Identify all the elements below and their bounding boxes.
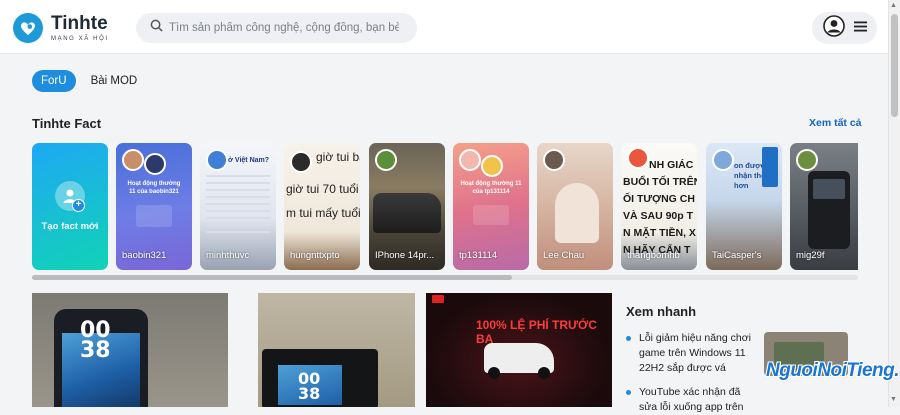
fact-card-name: tp131114 xyxy=(459,250,498,261)
top-bar: Tinhte MẠNG XÃ HỘI xyxy=(0,0,888,54)
avatar xyxy=(481,155,503,177)
avatar xyxy=(206,149,228,171)
fact-card-text: Hoạt động thường 11 của baobin321 xyxy=(127,181,181,195)
portrait-image xyxy=(555,183,599,243)
fact-card[interactable]: NH GIÁC BUỔI TỐI TRÊN ỐI TƯỢNG CH VÀ SAU… xyxy=(621,143,697,270)
avatar xyxy=(122,149,144,171)
fact-carousel: + Tạo fact mới Hoạt động thường 11 của b… xyxy=(32,143,858,270)
phone-screen xyxy=(813,179,845,199)
fact-card-stats xyxy=(136,205,172,227)
fact-card-name: Lee Chau xyxy=(543,250,585,261)
article-lines xyxy=(206,175,270,235)
scroll-up-arrow-icon[interactable]: ▲ xyxy=(890,2,897,9)
car-image xyxy=(373,193,441,233)
fact-card-text: giờ tui 70 tuổi xyxy=(286,182,359,196)
fact-card[interactable]: Hoạt động thường 11 của baobin321 baobin… xyxy=(116,143,192,270)
fact-card-text: Hoạt động thường 11 của tp131114 xyxy=(460,181,522,195)
fact-card-name: mig29f xyxy=(796,250,825,261)
carousel-scrollbar-thumb[interactable] xyxy=(32,275,512,280)
avatar xyxy=(459,149,481,171)
fact-card[interactable]: on được nhận thêm hơn TaiCasper's xyxy=(706,143,782,270)
fact-card-stats xyxy=(473,205,509,225)
fact-card-text: ỐI TƯỢNG CH xyxy=(623,193,695,205)
fact-card-name: IPhone 14pr... xyxy=(375,250,435,261)
hamburger-menu-icon[interactable] xyxy=(853,19,867,37)
tab-bai-mod[interactable]: Bài MOD xyxy=(82,70,147,92)
fact-card[interactable]: ở Việt Nam? minhthuvc xyxy=(200,143,276,270)
quick-view-item-text: Lỗi giảm hiệu năng chơi game trên Window… xyxy=(639,332,751,374)
fact-section-title: Tinhte Fact xyxy=(32,116,102,131)
fact-card-name: baobin321 xyxy=(122,250,167,261)
tinhte-logo-icon xyxy=(13,13,43,43)
page-scrollbar-thumb[interactable] xyxy=(891,14,898,117)
clock-minute: 38 xyxy=(80,338,111,363)
feed-tabs: ForU Bài MOD xyxy=(32,70,146,92)
quick-view-item-text: YouTube xác nhận đã sửa lỗi xuống app tr… xyxy=(639,386,744,413)
fact-card[interactable]: Lee Chau xyxy=(537,143,613,270)
post-card[interactable]: 00 38 xyxy=(258,293,415,407)
plus-icon: + xyxy=(72,199,85,212)
search-icon xyxy=(150,19,163,37)
car-wheel xyxy=(538,367,550,379)
promo-banner-text: 100% LỆ PHÍ TRƯỚC BẠ xyxy=(476,318,597,346)
fact-card[interactable]: IPhone 14pr... xyxy=(369,143,445,270)
car-wheel xyxy=(488,367,500,379)
bullet-icon xyxy=(626,390,631,395)
fact-card-text: giờ tui bằng xyxy=(316,150,360,164)
site-watermark: NguoiNoiTieng.TV xyxy=(766,360,900,381)
avatar xyxy=(796,149,818,171)
fact-card-text: N MẶT TIỀN, X xyxy=(623,227,696,239)
banner-strip xyxy=(762,147,778,187)
tab-foru[interactable]: ForU xyxy=(32,70,76,92)
post-card[interactable]: 00 38 xyxy=(32,293,228,407)
fact-card-text: ở Việt Nam? xyxy=(228,157,270,164)
create-fact-card[interactable]: + Tạo fact mới xyxy=(32,143,108,270)
fact-card-name: hungnttxpto xyxy=(290,250,340,261)
quick-view-item[interactable]: YouTube xác nhận đã sửa lỗi xuống app tr… xyxy=(626,385,756,415)
brand-name: Tinhte xyxy=(51,13,108,34)
fact-card-name: TaiCasper's xyxy=(712,250,762,261)
fact-card-name: minhthuvc xyxy=(206,250,250,261)
avatar xyxy=(290,151,312,173)
user-menu-pill[interactable] xyxy=(812,12,877,44)
bullet-icon xyxy=(626,336,631,341)
quick-view-item[interactable]: Lỗi giảm hiệu năng chơi game trên Window… xyxy=(626,331,756,376)
post-card[interactable]: 100% LỆ PHÍ TRƯỚC BẠ xyxy=(426,293,612,407)
fact-card-text: NH GIÁC xyxy=(649,159,694,171)
search-input[interactable] xyxy=(169,22,399,34)
avatar xyxy=(375,149,397,171)
scroll-down-arrow-icon[interactable]: ▼ xyxy=(890,396,897,403)
avatar xyxy=(543,149,565,171)
honda-logo-icon xyxy=(432,295,444,303)
fact-card[interactable]: mig29f xyxy=(790,143,858,270)
fact-card-text: m tui mấy tuổi xyxy=(286,206,360,220)
avatar xyxy=(712,149,734,171)
search-bar[interactable] xyxy=(136,13,417,43)
fact-card-name: thangbomhb xyxy=(627,250,680,261)
avatar xyxy=(144,153,166,175)
brand-logo[interactable]: Tinhte MẠNG XÃ HỘI xyxy=(13,13,109,43)
fact-card-text: BUỔI TỐI TRÊN xyxy=(623,176,697,188)
see-all-link[interactable]: Xem tất cả xyxy=(809,117,862,129)
brand-subtitle: MẠNG XÃ HỘI xyxy=(51,36,109,42)
fact-card[interactable]: giờ tui bằng giờ tui 70 tuổi m tui mấy t… xyxy=(284,143,360,270)
fact-card-text: VÀ SAU 90p T xyxy=(623,210,694,222)
clock-minute: 38 xyxy=(298,384,321,403)
user-avatar-icon[interactable] xyxy=(822,14,845,42)
create-fact-label: Tạo fact mới xyxy=(41,221,99,232)
quick-view-title: Xem nhanh xyxy=(626,304,697,319)
carousel-scrollbar[interactable] xyxy=(32,275,858,280)
fact-card[interactable]: Hoạt động thường 11 của tp131114 tp13111… xyxy=(453,143,529,270)
